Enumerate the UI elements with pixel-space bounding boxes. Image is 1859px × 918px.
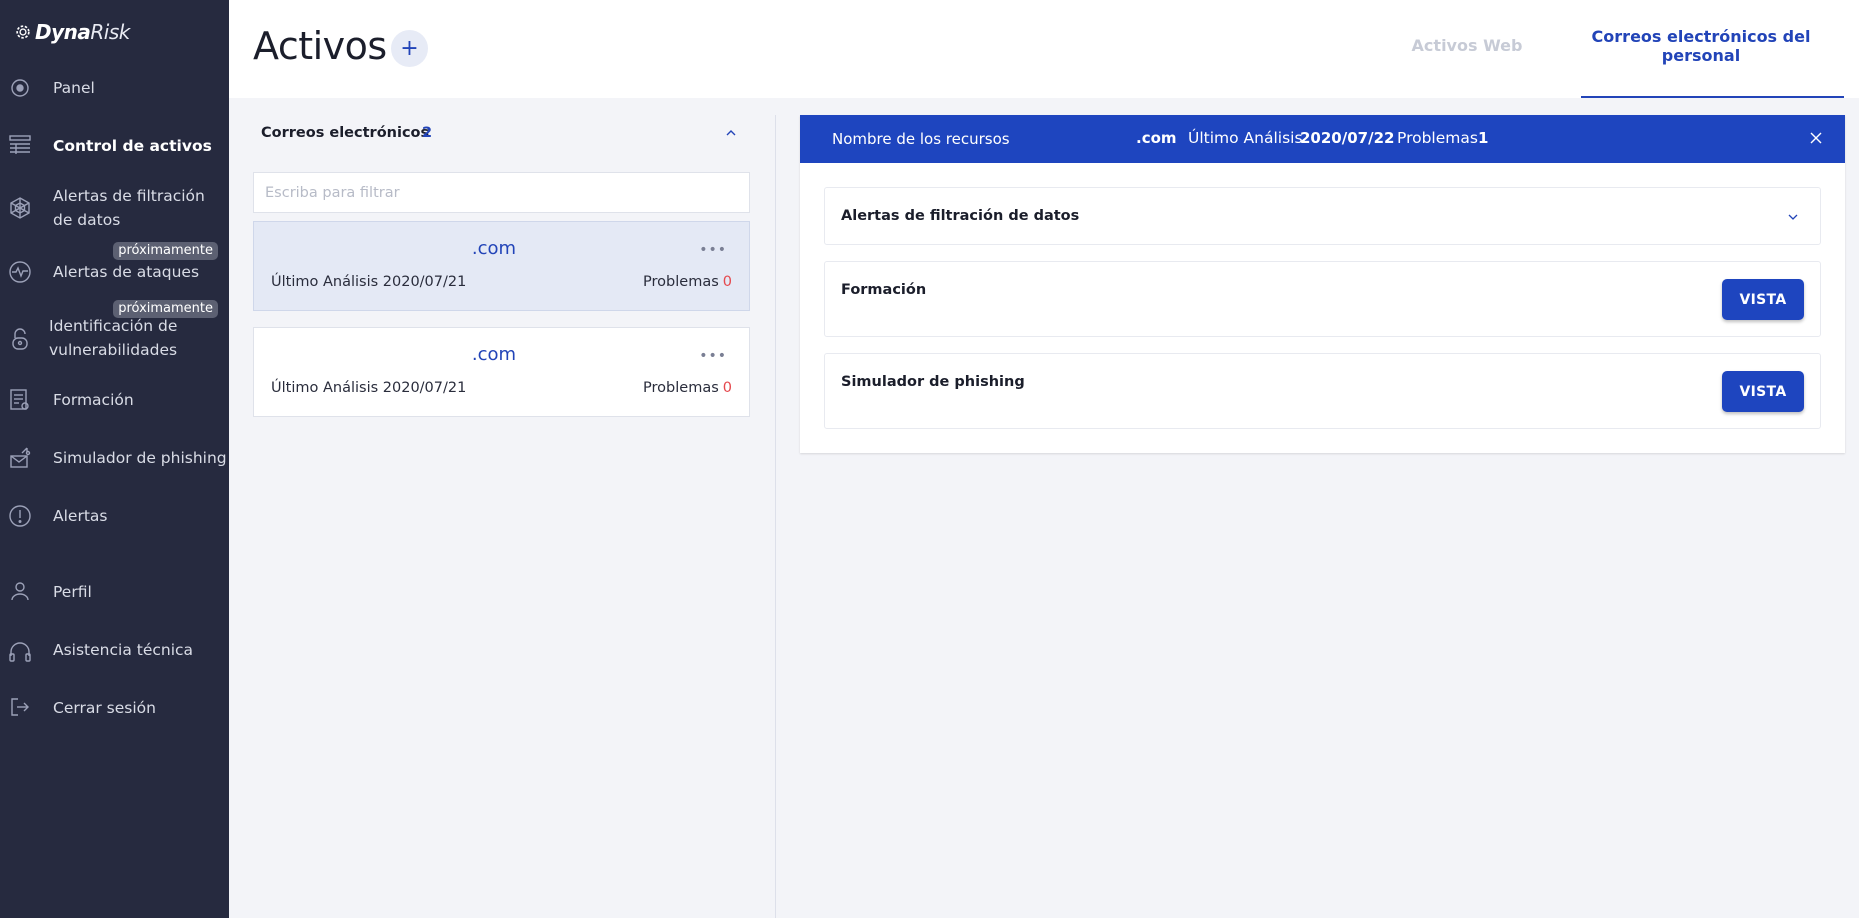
resource-name-label: Nombre de los recursos [832,130,1010,148]
sidebar-item-alertas-filtracion[interactable]: Alertas de filtración de datos [0,184,229,232]
tab-correos-personal[interactable]: Correos electrónicos del personal [1581,27,1821,65]
detail-problems-count: 1 [1478,129,1489,147]
detail-domain: .com [1136,129,1177,147]
asset-detail-panel: Nombre de los recursos .com Último Análi… [800,115,1845,453]
phishing-icon [7,445,33,471]
sidebar-item-label: Panel [53,79,95,97]
pulse-icon [7,259,33,285]
coming-soon-badge: próximamente [113,242,218,260]
logo-main-text: Dyna [35,20,91,44]
web-icon [7,195,33,221]
logo[interactable]: Dyna Risk [13,20,130,44]
chevron-up-icon[interactable] [722,124,740,142]
list-count: 2 [422,125,433,141]
list-heading: Correos electrónicos [261,125,430,141]
sidebar-item-perfil[interactable]: Perfil [0,580,229,604]
panel-icon [7,75,33,101]
sidebar-item-label: Simulador de phishing [53,449,227,467]
email-asset-card[interactable]: .com ••• Último Análisis 2020/07/21 Prob… [253,327,750,417]
sidebar-item-label: Alertas de ataques [53,263,200,281]
card-problems: Problemas 0 [643,274,732,290]
sidebar-item-alertas[interactable]: Alertas [0,504,229,528]
logo-sub-text: Risk [90,20,130,44]
detail-header-bar: Nombre de los recursos .com Último Análi… [800,115,1845,163]
add-asset-button[interactable]: + [391,30,428,67]
user-icon [7,578,33,604]
sidebar-item-label: Cerrar sesión [53,699,156,717]
sidebar-item-formacion[interactable]: Formación [0,388,229,412]
sidebar-item-cerrar-sesion[interactable]: Cerrar sesión [0,696,229,720]
detail-analysis-date: 2020/07/22 [1300,129,1395,147]
training-view-button[interactable]: VISTA [1722,279,1804,320]
sidebar-item-alertas-ataques[interactable]: Alertas de ataques [0,260,229,284]
training-icon [7,387,33,413]
logout-icon [7,694,33,720]
panel-divider [775,115,776,918]
page-title: Activos [253,24,387,68]
lock-icon [7,326,33,352]
row-training: Formación VISTA [824,261,1821,337]
close-icon[interactable] [1807,129,1825,147]
sidebar-item-panel[interactable]: Panel [0,76,229,100]
analysis-label: Último Análisis [271,274,379,290]
sidebar-item-label: Asistencia técnica [53,641,194,659]
phishing-view-button[interactable]: VISTA [1722,371,1804,412]
row-title: Simulador de phishing [841,374,1025,390]
sidebar-item-asistencia[interactable]: Asistencia técnica [0,638,229,662]
card-domain: .com [471,238,517,259]
sidebar: Dyna Risk Panel Control de activos Alerta… [0,0,229,918]
card-last-analysis: Último Análisis 2020/07/21 [271,274,466,290]
headset-icon [7,639,33,665]
card-domain: .com [471,344,517,365]
sidebar-item-label: Perfil [53,583,92,601]
problems-label: Problemas [643,380,719,396]
chevron-down-icon[interactable] [1786,210,1800,224]
analysis-date: 2020/07/21 [382,274,467,290]
problems-label: Problemas [643,274,719,290]
sidebar-item-label: Alertas de filtración de datos [53,187,205,229]
page-header: Activos + Activos Web Correos electrónic… [229,0,1859,98]
problems-count: 0 [722,380,732,396]
sidebar-item-label: Alertas [53,507,108,525]
analysis-date: 2020/07/21 [382,380,467,396]
detail-problems-label: Problemas [1397,129,1478,147]
card-last-analysis: Último Análisis 2020/07/21 [271,380,466,396]
gear-logo-icon [16,25,30,39]
email-asset-card[interactable]: .com ••• Último Análisis 2020/07/21 Prob… [253,221,750,311]
filter-input[interactable] [253,172,750,213]
card-problems: Problemas 0 [643,380,732,396]
row-phishing-simulator: Simulador de phishing VISTA [824,353,1821,429]
sidebar-item-label: Formación [53,391,134,409]
active-tab-indicator [1581,96,1844,98]
analysis-label: Último Análisis [271,380,379,396]
sidebar-item-control-de-activos[interactable]: Control de activos [0,134,229,158]
alert-icon [7,503,33,529]
row-title: Formación [841,282,927,298]
accordion-data-leak-alerts[interactable]: Alertas de filtración de datos [824,187,1821,245]
sidebar-item-phishing[interactable]: Simulador de phishing [0,446,229,470]
sidebar-item-vulnerabilidades[interactable]: Identificación de vulnerabilidades [0,314,229,362]
row-title: Alertas de filtración de datos [841,208,1080,224]
sidebar-item-label: Identificación de vulnerabilidades [49,317,178,359]
tab-activos-web[interactable]: Activos Web [1387,36,1547,55]
problems-count: 0 [722,274,732,290]
detail-analysis-label: Último Análisis [1188,129,1303,147]
assets-icon [7,132,33,158]
more-options-icon[interactable]: ••• [699,242,727,258]
more-options-icon[interactable]: ••• [699,348,727,364]
sidebar-item-label: Control de activos [53,137,212,155]
